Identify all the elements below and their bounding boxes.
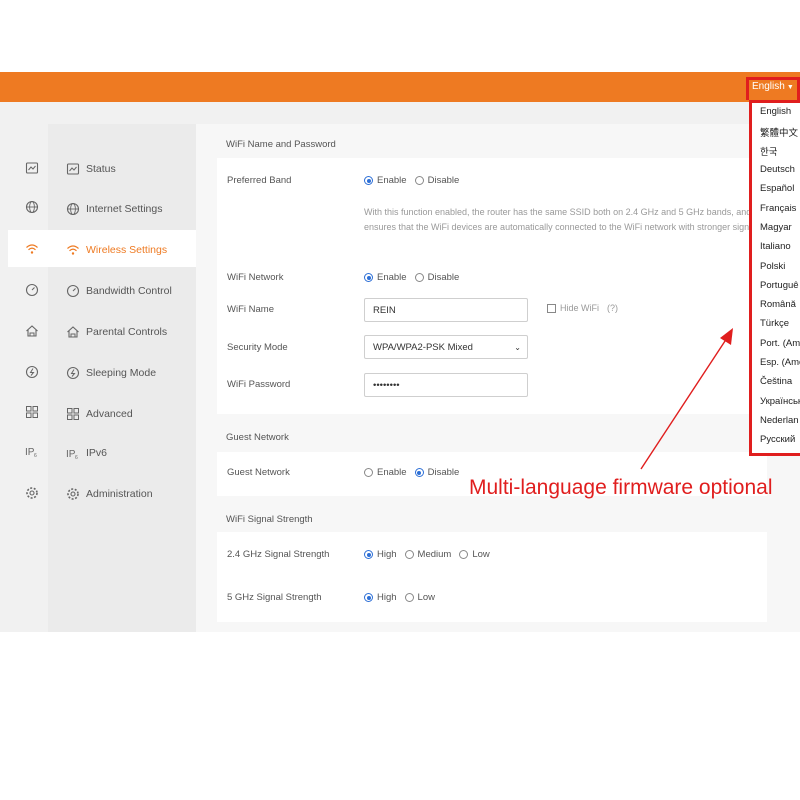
router-admin-screenshot: English ▼ IP 6 Status Internet Settings Wi… xyxy=(0,0,800,800)
annotation-arrow xyxy=(640,328,733,470)
annotation-caption: Multi-language firmware optional xyxy=(469,476,773,499)
